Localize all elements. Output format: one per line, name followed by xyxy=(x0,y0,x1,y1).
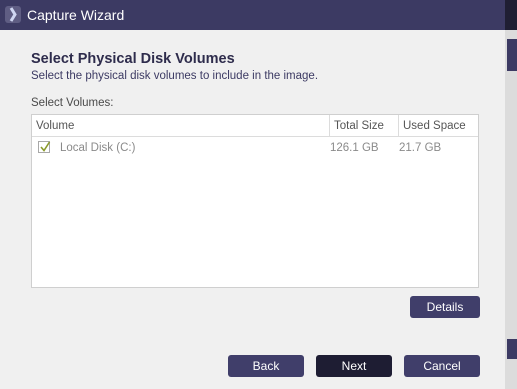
table-row[interactable]: Local Disk (C:) 126.1 GB 21.7 GB xyxy=(32,137,478,159)
volume-name: Local Disk (C:) xyxy=(60,142,136,154)
column-divider[interactable] xyxy=(398,115,399,136)
column-header-used-space[interactable]: Used Space xyxy=(403,120,466,132)
column-divider[interactable] xyxy=(329,115,330,136)
title-bar: Capture Wizard xyxy=(0,0,505,30)
checkmark-icon xyxy=(40,141,51,152)
select-volumes-label: Select Volumes: xyxy=(31,97,114,109)
scroll-thumb[interactable] xyxy=(507,39,517,71)
next-button[interactable]: Next xyxy=(316,355,392,377)
window-title: Capture Wizard xyxy=(27,7,125,23)
app-logo-icon xyxy=(5,6,21,23)
volumes-table: Volume Total Size Used Space Local Disk … xyxy=(31,114,479,288)
volume-total-size: 126.1 GB xyxy=(330,142,379,154)
details-button[interactable]: Details xyxy=(410,296,480,318)
scroll-thumb-bottom[interactable] xyxy=(507,339,517,359)
column-header-volume[interactable]: Volume xyxy=(36,120,74,132)
page-description: Select the physical disk volumes to incl… xyxy=(31,70,319,82)
page-title: Select Physical Disk Volumes xyxy=(31,51,235,67)
volume-checkbox[interactable] xyxy=(38,141,51,153)
table-header: Volume Total Size Used Space xyxy=(32,115,478,137)
side-panel-header xyxy=(505,0,517,30)
volume-used-space: 21.7 GB xyxy=(399,142,442,154)
cancel-button[interactable]: Cancel xyxy=(404,355,480,377)
back-button[interactable]: Back xyxy=(228,355,304,377)
column-header-total-size[interactable]: Total Size xyxy=(334,120,384,132)
